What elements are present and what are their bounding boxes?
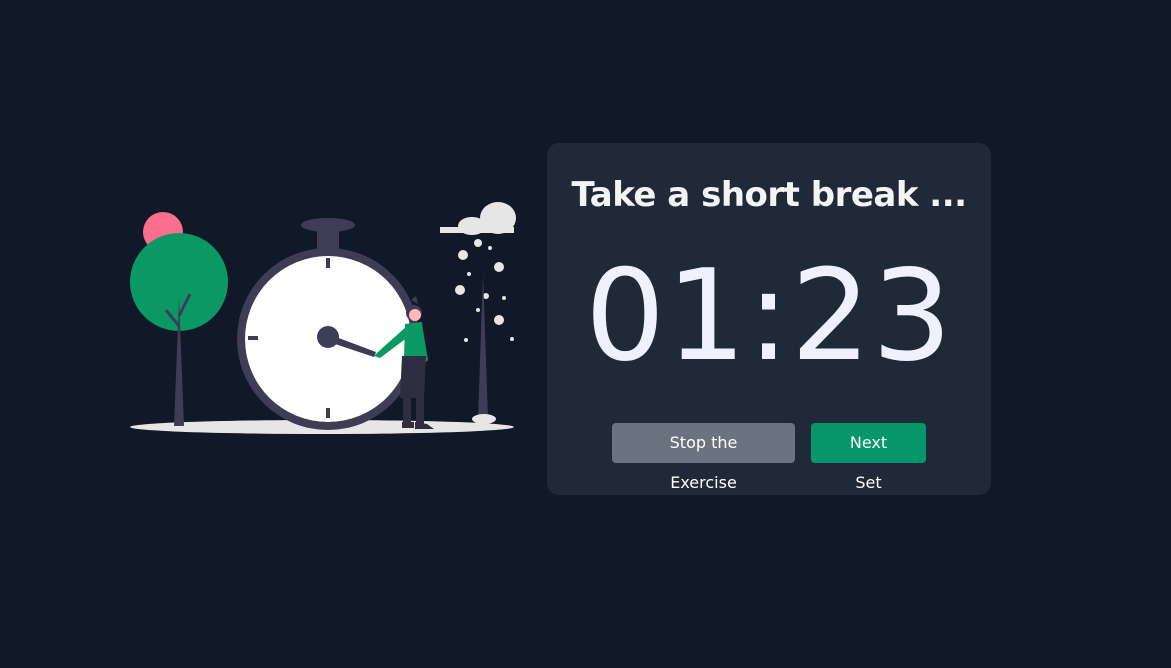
next-set-button[interactable]: Next Set: [811, 423, 926, 492]
countdown-timer: 01:23: [584, 242, 954, 389]
stopwatch-illustration: [130, 202, 516, 434]
break-screen: Take a short break ... 01:23 Stop the Ex…: [0, 0, 1171, 668]
break-card: Take a short break ... 01:23 Stop the Ex…: [547, 143, 991, 495]
cloud-icon: [440, 202, 516, 235]
tree-left-icon: [130, 212, 228, 426]
stop-exercise-button[interactable]: Stop the Exercise: [612, 423, 795, 492]
action-buttons: Stop the Exercise Next Set: [547, 423, 991, 492]
break-title: Take a short break ...: [571, 175, 967, 215]
stopwatch-icon: [237, 218, 419, 430]
